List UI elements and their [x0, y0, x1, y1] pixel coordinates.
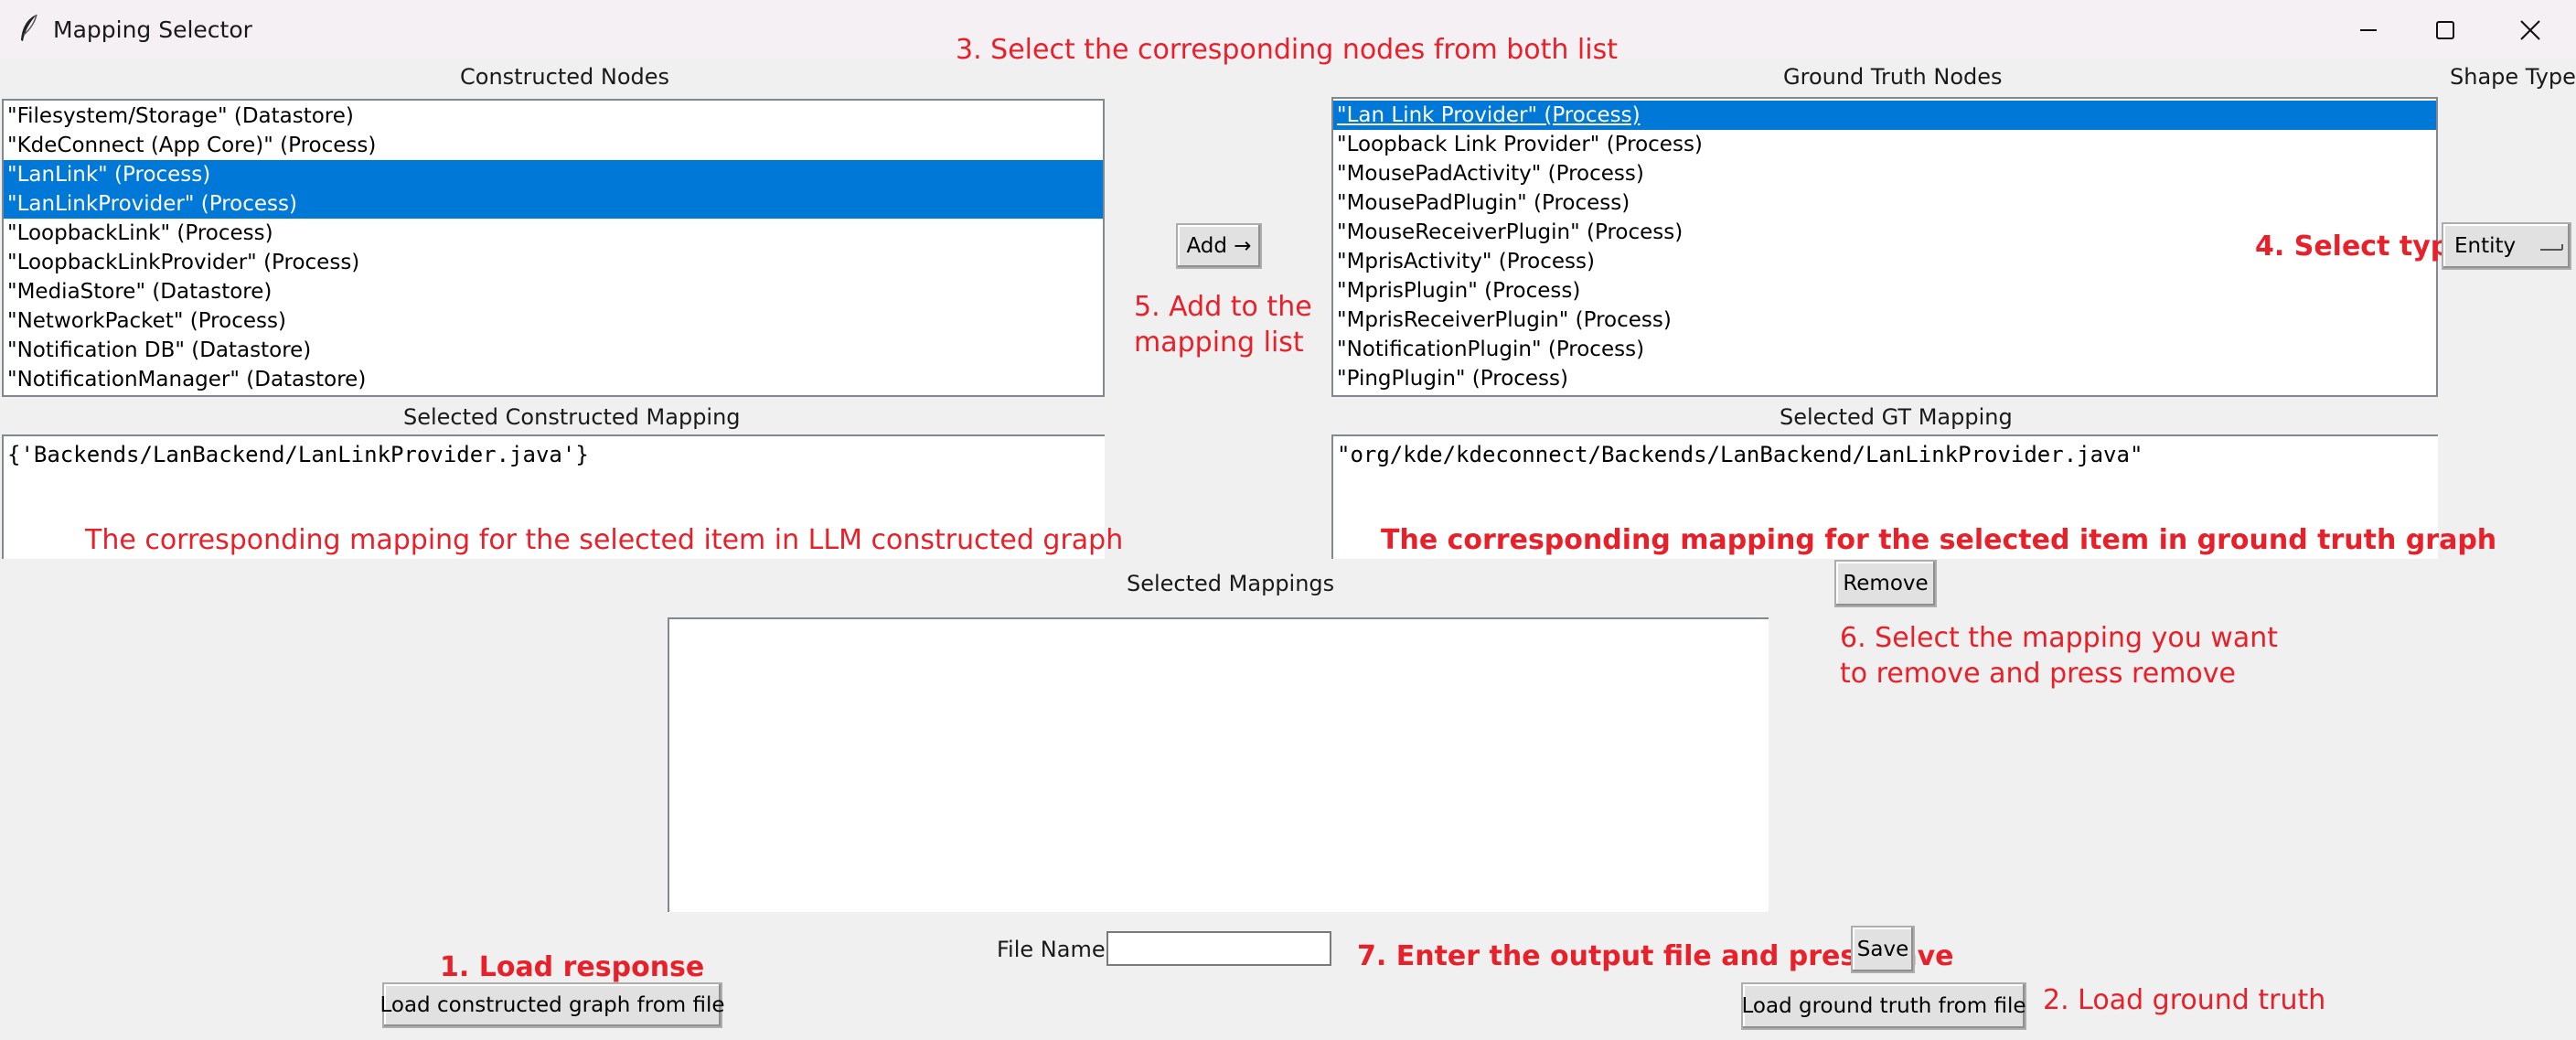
maximize-icon — [2436, 21, 2454, 39]
list-item[interactable]: "LoopbackLink" (Process) — [4, 219, 1103, 248]
selected-mappings-header: Selected Mappings — [1127, 571, 1335, 596]
selected-constructed-mapping-header: Selected Constructed Mapping — [403, 404, 741, 430]
add-button[interactable]: Add → — [1176, 223, 1262, 269]
list-item[interactable]: "Filesystem/Storage" (Datastore) — [4, 102, 1103, 131]
load-ground-truth-button[interactable]: Load ground truth from file — [1741, 982, 2026, 1030]
llm-mapping-annotation: The corresponding mapping for the select… — [85, 524, 1124, 556]
file-name-input[interactable] — [1106, 931, 1331, 966]
shape-type-value: Entity — [2454, 234, 2517, 258]
list-item[interactable]: "MprisPlugin" (Process) — [1333, 276, 2436, 306]
step5-annotation-line2: mapping list — [1134, 327, 1304, 359]
gt-mapping-value: "org/kde/kdeconnect/Backends/LanBackend/… — [1337, 442, 2143, 467]
list-item[interactable]: "Loopback Link Provider" (Process) — [1333, 130, 2436, 159]
close-button[interactable] — [2496, 9, 2564, 51]
step6-annotation-line2: to remove and press remove — [1840, 658, 2236, 690]
feather-icon — [21, 14, 37, 41]
constructed-mapping-text[interactable]: {'Backends/LanBackend/LanLinkProvider.ja… — [2, 434, 1123, 559]
maximize-button[interactable] — [2411, 9, 2479, 51]
list-item[interactable]: "NetworkPacket" (Process) — [4, 306, 1103, 336]
shape-type-dropdown[interactable]: Entity — [2442, 222, 2571, 270]
window-title: Mapping Selector — [53, 16, 252, 43]
dropdown-indicator-icon — [2540, 244, 2563, 251]
step4-annotation: 4. Select type — [2255, 231, 2469, 263]
list-item[interactable]: "MousePadActivity" (Process) — [1333, 159, 2436, 188]
close-icon — [2520, 20, 2540, 40]
minimize-button[interactable] — [2335, 9, 2402, 51]
step3-annotation: 3. Select the corresponding nodes from b… — [956, 34, 1618, 66]
list-item[interactable]: "NotificationManager" (Datastore) — [4, 365, 1103, 394]
selected-gt-mapping-header: Selected GT Mapping — [1780, 404, 2013, 430]
step2-annotation: 2. Load ground truth — [2043, 984, 2326, 1016]
minimize-icon — [2360, 29, 2377, 31]
constructed-nodes-list[interactable]: "Filesystem/Storage" (Datastore) "KdeCon… — [2, 99, 1105, 397]
list-item[interactable]: "LoopbackLinkProvider" (Process) — [4, 248, 1103, 277]
constructed-mapping-value: {'Backends/LanBackend/LanLinkProvider.ja… — [7, 442, 589, 467]
list-item[interactable]: "MousePadPlugin" (Process) — [1333, 188, 2436, 218]
file-name-label: File Name: — [997, 937, 1113, 962]
list-item[interactable]: "LanLinkProvider" (Process) — [4, 189, 1103, 219]
list-item[interactable]: "MprisReceiverPlugin" (Process) — [1333, 306, 2436, 335]
load-constructed-button[interactable]: Load constructed graph from file — [379, 982, 725, 1028]
constructed-nodes-header: Constructed Nodes — [460, 64, 670, 90]
list-item[interactable]: "Notification DB" (Datastore) — [4, 336, 1103, 365]
step5-annotation-line1: 5. Add to the — [1134, 291, 1312, 323]
list-item[interactable]: "MediaStore" (Datastore) — [4, 277, 1103, 306]
list-item[interactable]: "Lan Link Provider" (Process) — [1333, 101, 2436, 130]
gt-mapping-text[interactable]: "org/kde/kdeconnect/Backends/LanBackend/… — [1331, 434, 2496, 559]
step1-annotation: 1. Load response — [440, 951, 705, 983]
remove-button[interactable]: Remove — [1834, 560, 1937, 607]
save-button[interactable]: Save — [1851, 926, 1915, 973]
selected-mappings-list[interactable] — [668, 617, 1769, 912]
gt-mapping-annotation: The corresponding mapping for the select… — [1381, 524, 2497, 556]
list-item[interactable]: "LanLink" (Process) — [4, 160, 1103, 189]
shape-type-header: Shape Type — [2450, 64, 2576, 90]
ground-truth-nodes-header: Ground Truth Nodes — [1783, 64, 2003, 90]
list-item[interactable]: "KdeConnect (App Core)" (Process) — [4, 131, 1103, 160]
list-item[interactable]: "PingPlugin" (Process) — [1333, 364, 2436, 393]
step6-annotation-line1: 6. Select the mapping you want — [1840, 622, 2278, 654]
list-item[interactable]: "NotificationPlugin" (Process) — [1333, 335, 2436, 364]
